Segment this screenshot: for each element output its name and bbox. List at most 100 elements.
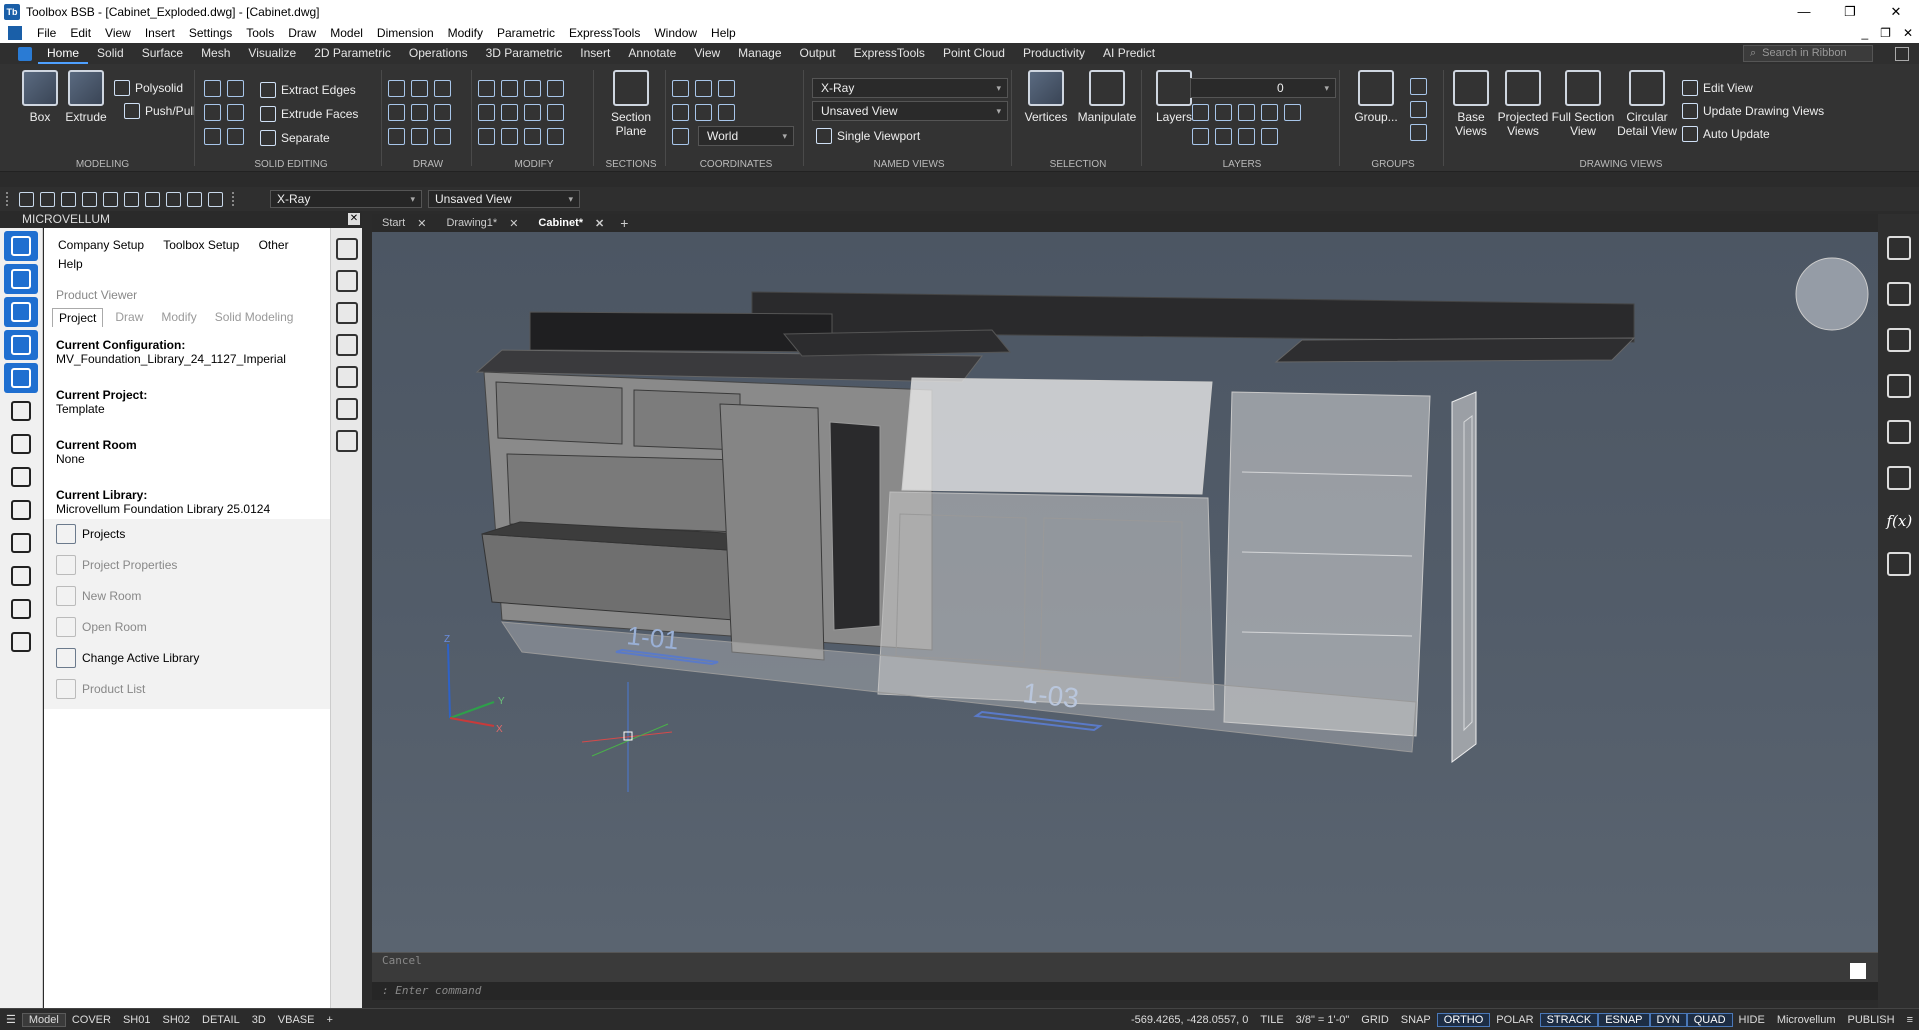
fillet-icon[interactable] (547, 104, 564, 121)
add-layout-icon[interactable]: + (320, 1014, 338, 1026)
sliders-icon[interactable] (1886, 236, 1911, 260)
function-icon[interactable]: f(x) (1887, 512, 1913, 530)
undo-icon[interactable] (187, 191, 202, 207)
ortho-toggle[interactable]: ORTHO (1436, 1012, 1491, 1027)
table-grid-icon[interactable] (336, 334, 358, 356)
brush-icon[interactable] (336, 430, 358, 452)
group-select-icon[interactable] (1410, 124, 1427, 141)
trim-icon[interactable] (501, 128, 518, 145)
polygon-icon[interactable] (388, 128, 405, 145)
dyn-toggle[interactable]: DYN (1649, 1012, 1687, 1027)
strack-toggle[interactable]: STRACK (1539, 1012, 1599, 1027)
circular-detail-view-button[interactable]: Circular Detail View (1612, 70, 1682, 138)
tab-productivity[interactable]: Productivity (1014, 43, 1094, 64)
settings-gear-icon[interactable] (336, 238, 358, 260)
settings-sheet-button[interactable] (4, 528, 38, 558)
product-cube-button[interactable] (4, 297, 38, 327)
polyline-icon[interactable] (388, 104, 405, 121)
tab-operations[interactable]: Operations (400, 43, 477, 64)
polysolid-button[interactable]: Polysolid (114, 78, 183, 98)
menu-view[interactable]: View (98, 26, 138, 40)
clipboard-button[interactable] (4, 396, 38, 426)
menu-toolbox-setup[interactable]: Toolbox Setup (163, 238, 239, 252)
doc-close-icon[interactable]: ✕ (1903, 26, 1913, 40)
table-icon[interactable] (166, 191, 181, 207)
menu-modify[interactable]: Modify (441, 26, 490, 40)
tab-insert[interactable]: Insert (571, 43, 619, 64)
layer-on-icon[interactable] (1261, 128, 1278, 145)
gear-large-icon[interactable] (336, 302, 358, 324)
doc-tab-drawing1[interactable]: Drawing1* ✕ (436, 214, 528, 232)
print-icon[interactable] (103, 191, 118, 207)
extrude-button[interactable]: Extrude (58, 70, 114, 124)
grid-toggle[interactable]: GRID (1355, 1014, 1395, 1026)
rotate-icon[interactable] (501, 104, 518, 121)
print-report-button[interactable] (4, 627, 38, 657)
doc-tab-cabinet[interactable]: Cabinet* ✕ (528, 214, 614, 232)
red-tool-icon[interactable] (336, 366, 358, 388)
close-icon[interactable]: ✕ (1873, 0, 1919, 23)
maximize-icon[interactable]: ❐ (1827, 0, 1873, 23)
subtract-icon[interactable] (227, 80, 244, 97)
statusbar-menu-icon[interactable]: ☰ (0, 1013, 22, 1026)
visual-style-select[interactable]: X-Ray ▾ (812, 78, 1008, 98)
layout-tab-sh02[interactable]: SH02 (157, 1014, 197, 1026)
tab-3d-parametric[interactable]: 3D Parametric (477, 43, 572, 64)
minimize-icon[interactable]: — (1781, 0, 1827, 23)
ucs-z-icon[interactable] (718, 104, 735, 121)
pushpull-button[interactable]: Push/Pull (124, 101, 196, 121)
paperclip-icon[interactable] (1886, 374, 1911, 398)
tab-mesh[interactable]: Mesh (192, 43, 239, 64)
layer-stack-icon[interactable] (1886, 282, 1911, 306)
command-input[interactable]: : Enter command (372, 982, 1878, 1000)
tab-annotate[interactable]: Annotate (619, 43, 685, 64)
ucs-view-icon[interactable] (672, 128, 689, 145)
quad-toggle[interactable]: QUAD (1686, 1012, 1733, 1027)
drawing-viewport[interactable]: 1-01 1-03 Z Y X (372, 232, 1878, 952)
esnap-toggle[interactable]: ESNAP (1598, 1012, 1650, 1027)
add-sheet-button[interactable] (4, 561, 38, 591)
line-icon[interactable] (411, 104, 428, 121)
change-active-library-button[interactable]: Change Active Library (56, 647, 199, 669)
tab-solid-modeling[interactable]: Solid Modeling (209, 308, 300, 327)
group-button[interactable]: Group... (1348, 70, 1404, 124)
save-icon[interactable] (61, 191, 76, 207)
named-view-select[interactable]: Unsaved View ▾ (812, 101, 1008, 121)
copy-icon[interactable] (524, 80, 541, 97)
new-tab-icon[interactable]: + (614, 215, 634, 231)
workspace-select[interactable]: Microvellum (1771, 1014, 1842, 1026)
menu-help[interactable]: Help (704, 26, 743, 40)
tab-home[interactable]: Home (38, 43, 89, 64)
viewport-config-button[interactable]: Single Viewport (816, 126, 920, 146)
document-icon[interactable] (336, 270, 358, 292)
product-list-button[interactable]: Product List (56, 678, 145, 700)
manipulate-button[interactable]: Manipulate (1074, 70, 1140, 124)
extract-edges-button[interactable]: Extract Edges (260, 80, 356, 100)
new-file-icon[interactable] (19, 191, 34, 207)
customize-statusbar-icon[interactable]: ≡ (1901, 1014, 1919, 1026)
polar-toggle[interactable]: POLAR (1490, 1014, 1539, 1026)
properties-icon[interactable] (145, 191, 160, 207)
layer-select[interactable]: 0 ▾ (1190, 78, 1336, 98)
tab-ai-predict[interactable]: AI Predict (1094, 43, 1164, 64)
hide-toggle[interactable]: HIDE (1733, 1014, 1771, 1026)
ucs-y-icon[interactable] (695, 104, 712, 121)
ucs-x-icon[interactable] (672, 104, 689, 121)
ucs-world-icon[interactable] (695, 80, 712, 97)
offset-icon[interactable] (524, 104, 541, 121)
qat-view-select[interactable]: Unsaved View ▾ (428, 190, 580, 208)
rotate-arc-icon[interactable] (434, 80, 451, 97)
ribbon-search-input[interactable]: ⌕ Search in Ribbon (1743, 45, 1873, 62)
app-menu-icon[interactable] (8, 26, 22, 40)
union-icon[interactable] (204, 80, 221, 97)
circle-icon[interactable] (434, 104, 451, 121)
doc-restore-icon[interactable]: ❐ (1880, 26, 1891, 40)
layout-tab-cover[interactable]: COVER (66, 1014, 117, 1026)
layer-unlock-icon[interactable] (1215, 128, 1232, 145)
tab-point-cloud[interactable]: Point Cloud (934, 43, 1014, 64)
stretch-icon[interactable] (547, 80, 564, 97)
menu-other[interactable]: Other (259, 238, 289, 252)
scale-icon[interactable] (478, 104, 495, 121)
paste-button[interactable] (4, 462, 38, 492)
layout-tab-vbase[interactable]: VBASE (272, 1014, 321, 1026)
